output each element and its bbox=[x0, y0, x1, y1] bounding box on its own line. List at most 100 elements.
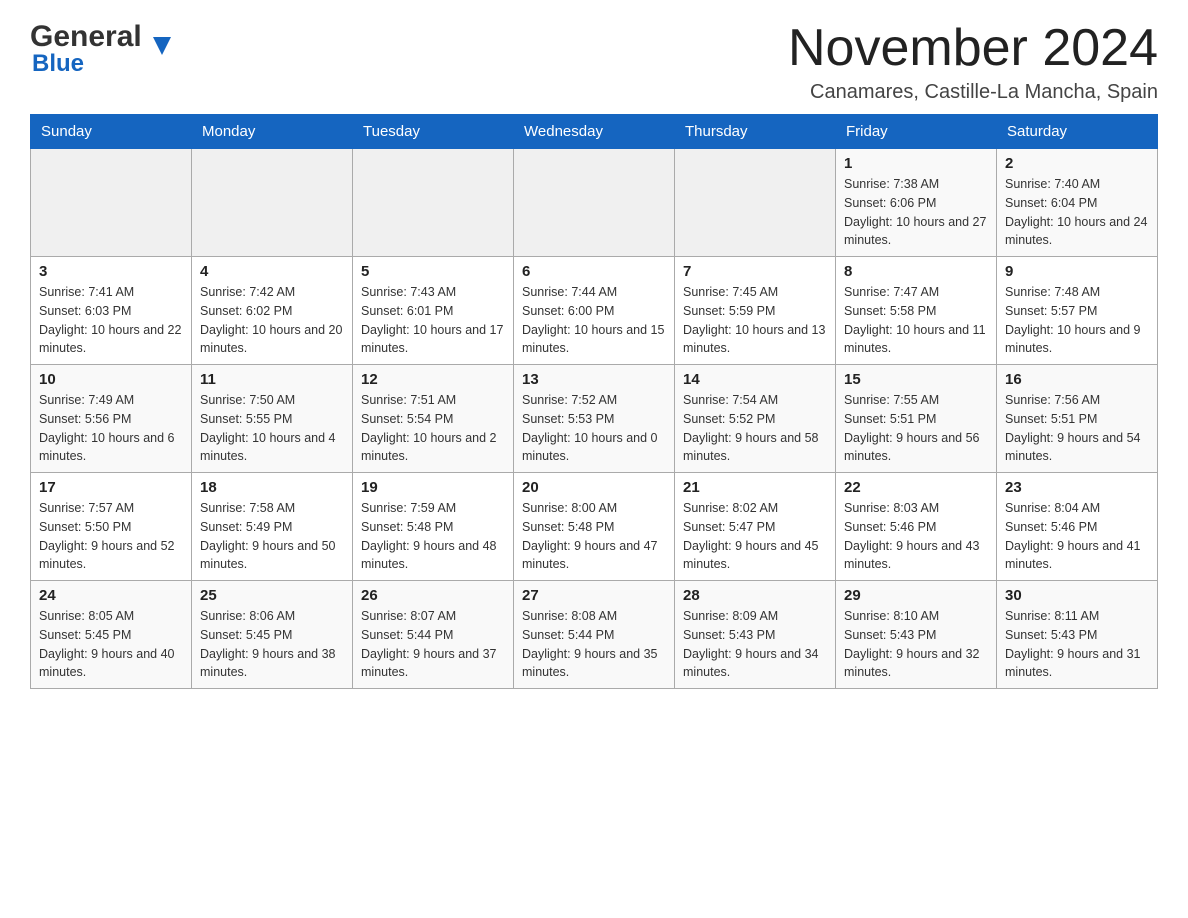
day-number: 20 bbox=[522, 479, 666, 496]
calendar-row-3: 17 Sunrise: 7:57 AMSunset: 5:50 PMDayligh… bbox=[31, 473, 1158, 581]
calendar-cell: 19 Sunrise: 7:59 AMSunset: 5:48 PMDayligh… bbox=[353, 473, 514, 581]
calendar-table: Sunday Monday Tuesday Wednesday Thursday… bbox=[30, 114, 1158, 689]
day-number: 12 bbox=[361, 371, 505, 388]
calendar-cell bbox=[31, 149, 192, 257]
calendar-row-2: 10 Sunrise: 7:49 AMSunset: 5:56 PMDayligh… bbox=[31, 365, 1158, 473]
day-number: 16 bbox=[1005, 371, 1149, 388]
calendar-cell: 14Sunrise: 7:54 AMSunset: 5:52 PMDayligh… bbox=[675, 365, 836, 473]
calendar-cell: 11 Sunrise: 7:50 AMSunset: 5:55 PMDayligh… bbox=[192, 365, 353, 473]
day-number: 19 bbox=[361, 479, 505, 496]
day-number: 1 bbox=[844, 155, 988, 172]
day-number: 9 bbox=[1005, 263, 1149, 280]
calendar-cell: 27Sunrise: 8:08 AMSunset: 5:44 PMDayligh… bbox=[514, 581, 675, 689]
calendar-cell bbox=[514, 149, 675, 257]
title-section: November 2024 Canamares, Castille-La Man… bbox=[788, 20, 1158, 104]
calendar-row-4: 24 Sunrise: 8:05 AMSunset: 5:45 PMDayligh… bbox=[31, 581, 1158, 689]
day-number: 25 bbox=[200, 587, 344, 604]
day-number: 22 bbox=[844, 479, 988, 496]
calendar-cell bbox=[675, 149, 836, 257]
day-info: Sunrise: 7:41 AMSunset: 6:03 PMDaylight:… bbox=[39, 283, 183, 358]
calendar-cell: 16Sunrise: 7:56 AMSunset: 5:51 PMDayligh… bbox=[997, 365, 1158, 473]
day-number: 2 bbox=[1005, 155, 1149, 172]
header-wednesday: Wednesday bbox=[514, 115, 675, 149]
day-info: Sunrise: 8:09 AMSunset: 5:43 PMDaylight:… bbox=[683, 607, 827, 682]
day-info: Sunrise: 7:38 AMSunset: 6:06 PMDaylight:… bbox=[844, 175, 988, 250]
day-number: 28 bbox=[683, 587, 827, 604]
day-info: Sunrise: 7:59 AMSunset: 5:48 PMDaylight:… bbox=[361, 499, 505, 574]
day-info: Sunrise: 8:02 AMSunset: 5:47 PMDaylight:… bbox=[683, 499, 827, 574]
day-number: 10 bbox=[39, 371, 183, 388]
calendar-cell: 20 Sunrise: 8:00 AMSunset: 5:48 PMDayligh… bbox=[514, 473, 675, 581]
day-info: Sunrise: 7:43 AMSunset: 6:01 PMDaylight:… bbox=[361, 283, 505, 358]
calendar-cell: 13Sunrise: 7:52 AMSunset: 5:53 PMDayligh… bbox=[514, 365, 675, 473]
day-info: Sunrise: 7:51 AMSunset: 5:54 PMDaylight:… bbox=[361, 391, 505, 466]
calendar-cell: 21 Sunrise: 8:02 AMSunset: 5:47 PMDayligh… bbox=[675, 473, 836, 581]
day-info: Sunrise: 8:10 AMSunset: 5:43 PMDaylight:… bbox=[844, 607, 988, 682]
calendar-cell: 5 Sunrise: 7:43 AMSunset: 6:01 PMDaylight… bbox=[353, 257, 514, 365]
day-number: 4 bbox=[200, 263, 344, 280]
day-number: 11 bbox=[200, 371, 344, 388]
calendar-cell: 4 Sunrise: 7:42 AMSunset: 6:02 PMDaylight… bbox=[192, 257, 353, 365]
logo-general: General bbox=[30, 20, 142, 54]
day-info: Sunrise: 8:00 AMSunset: 5:48 PMDaylight:… bbox=[522, 499, 666, 574]
calendar-cell: 23 Sunrise: 8:04 AMSunset: 5:46 PMDayligh… bbox=[997, 473, 1158, 581]
header-friday: Friday bbox=[836, 115, 997, 149]
day-info: Sunrise: 7:49 AMSunset: 5:56 PMDaylight:… bbox=[39, 391, 183, 466]
day-info: Sunrise: 7:47 AMSunset: 5:58 PMDaylight:… bbox=[844, 283, 988, 358]
day-number: 6 bbox=[522, 263, 666, 280]
day-info: Sunrise: 8:08 AMSunset: 5:44 PMDaylight:… bbox=[522, 607, 666, 682]
calendar-cell: 25Sunrise: 8:06 AMSunset: 5:45 PMDayligh… bbox=[192, 581, 353, 689]
calendar-cell: 3 Sunrise: 7:41 AMSunset: 6:03 PMDaylight… bbox=[31, 257, 192, 365]
header-sunday: Sunday bbox=[31, 115, 192, 149]
day-number: 3 bbox=[39, 263, 183, 280]
logo-blue-text: Blue bbox=[30, 50, 84, 78]
calendar-cell: 7 Sunrise: 7:45 AMSunset: 5:59 PMDaylight… bbox=[675, 257, 836, 365]
header-tuesday: Tuesday bbox=[353, 115, 514, 149]
calendar-cell: 6 Sunrise: 7:44 AMSunset: 6:00 PMDaylight… bbox=[514, 257, 675, 365]
calendar-cell: 30 Sunrise: 8:11 AMSunset: 5:43 PMDayligh… bbox=[997, 581, 1158, 689]
day-info: Sunrise: 7:55 AMSunset: 5:51 PMDaylight:… bbox=[844, 391, 988, 466]
day-info: Sunrise: 7:42 AMSunset: 6:02 PMDaylight:… bbox=[200, 283, 344, 358]
day-number: 15 bbox=[844, 371, 988, 388]
calendar-cell: 22 Sunrise: 8:03 AMSunset: 5:46 PMDayligh… bbox=[836, 473, 997, 581]
day-number: 30 bbox=[1005, 587, 1149, 604]
calendar-cell: 15 Sunrise: 7:55 AMSunset: 5:51 PMDayligh… bbox=[836, 365, 997, 473]
header-thursday: Thursday bbox=[675, 115, 836, 149]
day-number: 8 bbox=[844, 263, 988, 280]
calendar-cell: 9Sunrise: 7:48 AMSunset: 5:57 PMDaylight… bbox=[997, 257, 1158, 365]
calendar-cell: 10 Sunrise: 7:49 AMSunset: 5:56 PMDayligh… bbox=[31, 365, 192, 473]
day-number: 18 bbox=[200, 479, 344, 496]
day-info: Sunrise: 7:44 AMSunset: 6:00 PMDaylight:… bbox=[522, 283, 666, 358]
calendar-row-0: 1 Sunrise: 7:38 AMSunset: 6:06 PMDaylight… bbox=[31, 149, 1158, 257]
day-info: Sunrise: 7:50 AMSunset: 5:55 PMDaylight:… bbox=[200, 391, 344, 466]
day-number: 21 bbox=[683, 479, 827, 496]
logo: General Blue bbox=[30, 20, 153, 78]
page-header: General Blue November 2024 Canamares, Ca… bbox=[30, 20, 1158, 104]
day-number: 17 bbox=[39, 479, 183, 496]
calendar-cell: 12 Sunrise: 7:51 AMSunset: 5:54 PMDayligh… bbox=[353, 365, 514, 473]
day-info: Sunrise: 8:05 AMSunset: 5:45 PMDaylight:… bbox=[39, 607, 183, 682]
day-info: Sunrise: 8:11 AMSunset: 5:43 PMDaylight:… bbox=[1005, 607, 1149, 682]
day-info: Sunrise: 8:03 AMSunset: 5:46 PMDaylight:… bbox=[844, 499, 988, 574]
day-number: 7 bbox=[683, 263, 827, 280]
calendar-cell: 2Sunrise: 7:40 AMSunset: 6:04 PMDaylight… bbox=[997, 149, 1158, 257]
day-info: Sunrise: 7:58 AMSunset: 5:49 PMDaylight:… bbox=[200, 499, 344, 574]
day-info: Sunrise: 7:57 AMSunset: 5:50 PMDaylight:… bbox=[39, 499, 183, 574]
calendar-cell: 28 Sunrise: 8:09 AMSunset: 5:43 PMDayligh… bbox=[675, 581, 836, 689]
calendar-cell: 26 Sunrise: 8:07 AMSunset: 5:44 PMDayligh… bbox=[353, 581, 514, 689]
weekday-header-row: Sunday Monday Tuesday Wednesday Thursday… bbox=[31, 115, 1158, 149]
main-title: November 2024 bbox=[788, 20, 1158, 77]
day-number: 26 bbox=[361, 587, 505, 604]
day-info: Sunrise: 8:04 AMSunset: 5:46 PMDaylight:… bbox=[1005, 499, 1149, 574]
calendar-cell bbox=[192, 149, 353, 257]
day-info: Sunrise: 7:45 AMSunset: 5:59 PMDaylight:… bbox=[683, 283, 827, 358]
day-number: 5 bbox=[361, 263, 505, 280]
day-info: Sunrise: 8:07 AMSunset: 5:44 PMDaylight:… bbox=[361, 607, 505, 682]
day-info: Sunrise: 7:52 AMSunset: 5:53 PMDaylight:… bbox=[522, 391, 666, 466]
calendar-cell: 8 Sunrise: 7:47 AMSunset: 5:58 PMDaylight… bbox=[836, 257, 997, 365]
calendar-cell bbox=[353, 149, 514, 257]
day-number: 24 bbox=[39, 587, 183, 604]
calendar-row-1: 3 Sunrise: 7:41 AMSunset: 6:03 PMDaylight… bbox=[31, 257, 1158, 365]
day-number: 14 bbox=[683, 371, 827, 388]
day-number: 23 bbox=[1005, 479, 1149, 496]
